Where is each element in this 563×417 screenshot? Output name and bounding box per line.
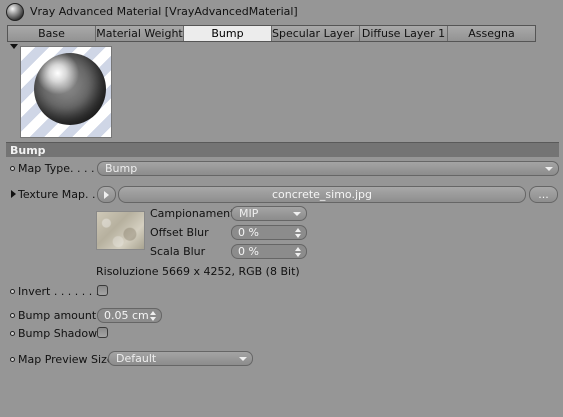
map-preview-size-value: Default [116,352,157,365]
animate-dot-icon[interactable] [10,331,15,336]
texture-thumbnail [96,211,145,250]
expand-arrow-icon[interactable] [11,190,16,198]
bump-amount-value: 0.05 cm [104,309,149,322]
tab-specular-layer-1[interactable]: Specular Layer 1 [272,26,360,41]
bump-amount-label: Bump amount [18,309,97,322]
invert-label: Invert . . . . . . . . [18,285,107,298]
chevron-down-icon [239,357,247,361]
sampling-dropdown[interactable]: MIP [231,206,307,221]
material-sphere-icon [6,3,24,21]
window-title: Vray Advanced Material [VrayAdvancedMate… [30,5,298,18]
scale-blur-field[interactable]: 0 % [231,244,307,259]
tab-assegna[interactable]: Assegna [448,26,535,41]
spinner-arrows-icon[interactable] [295,228,301,238]
sampling-value: MIP [239,207,259,220]
map-preview-size-label: Map Preview Size [18,353,114,366]
tab-diffuse-layer-1[interactable]: Diffuse Layer 1 [360,26,448,41]
animate-dot-icon[interactable] [10,313,15,318]
bump-amount-field[interactable]: 0.05 cm [97,308,162,323]
invert-checkbox[interactable] [97,285,108,296]
tab-material-weight[interactable]: Material Weight [96,26,184,41]
chevron-down-icon [545,167,553,171]
browse-button[interactable]: ... [529,186,558,203]
material-preview[interactable] [20,46,112,138]
map-type-value: Bump [105,162,138,175]
offset-blur-value: 0 % [238,226,259,239]
spinner-arrows-icon[interactable] [150,311,156,321]
map-preview-size-dropdown[interactable]: Default [108,351,253,366]
play-icon [104,191,109,199]
texture-file-button[interactable]: concrete_simo.jpg [118,186,526,203]
scale-blur-value: 0 % [238,245,259,258]
tab-base[interactable]: Base [8,26,96,41]
texture-menu-button[interactable] [97,186,116,203]
animate-dot-icon[interactable] [10,166,15,171]
bump-shadows-checkbox[interactable] [97,327,108,338]
bump-shadows-label: Bump Shadows [18,327,103,340]
animate-dot-icon[interactable] [10,357,15,362]
section-header: Bump [6,142,559,157]
section-title: Bump [10,144,46,157]
sampling-label: Campionamento [150,207,242,220]
scale-blur-label: Scala Blur [150,245,206,258]
animate-dot-icon[interactable] [10,289,15,294]
tab-bump[interactable]: Bump [184,26,272,41]
offset-blur-label: Offset Blur [150,226,209,239]
map-type-dropdown[interactable]: Bump [97,161,559,176]
title-bar: Vray Advanced Material [VrayAdvancedMate… [0,0,563,24]
preview-collapse-arrow-icon[interactable] [10,44,18,49]
chevron-down-icon [293,212,301,216]
texture-map-label: Texture Map. . . [18,188,103,201]
map-type-label: Map Type. . . . . [18,162,102,175]
spinner-arrows-icon[interactable] [295,247,301,257]
tab-bar: Base Material Weight Bump Specular Layer… [7,25,536,42]
offset-blur-field[interactable]: 0 % [231,225,307,240]
material-preview-sphere [34,53,106,125]
resolution-text: Risoluzione 5669 x 4252, RGB (8 Bit) [96,265,300,278]
